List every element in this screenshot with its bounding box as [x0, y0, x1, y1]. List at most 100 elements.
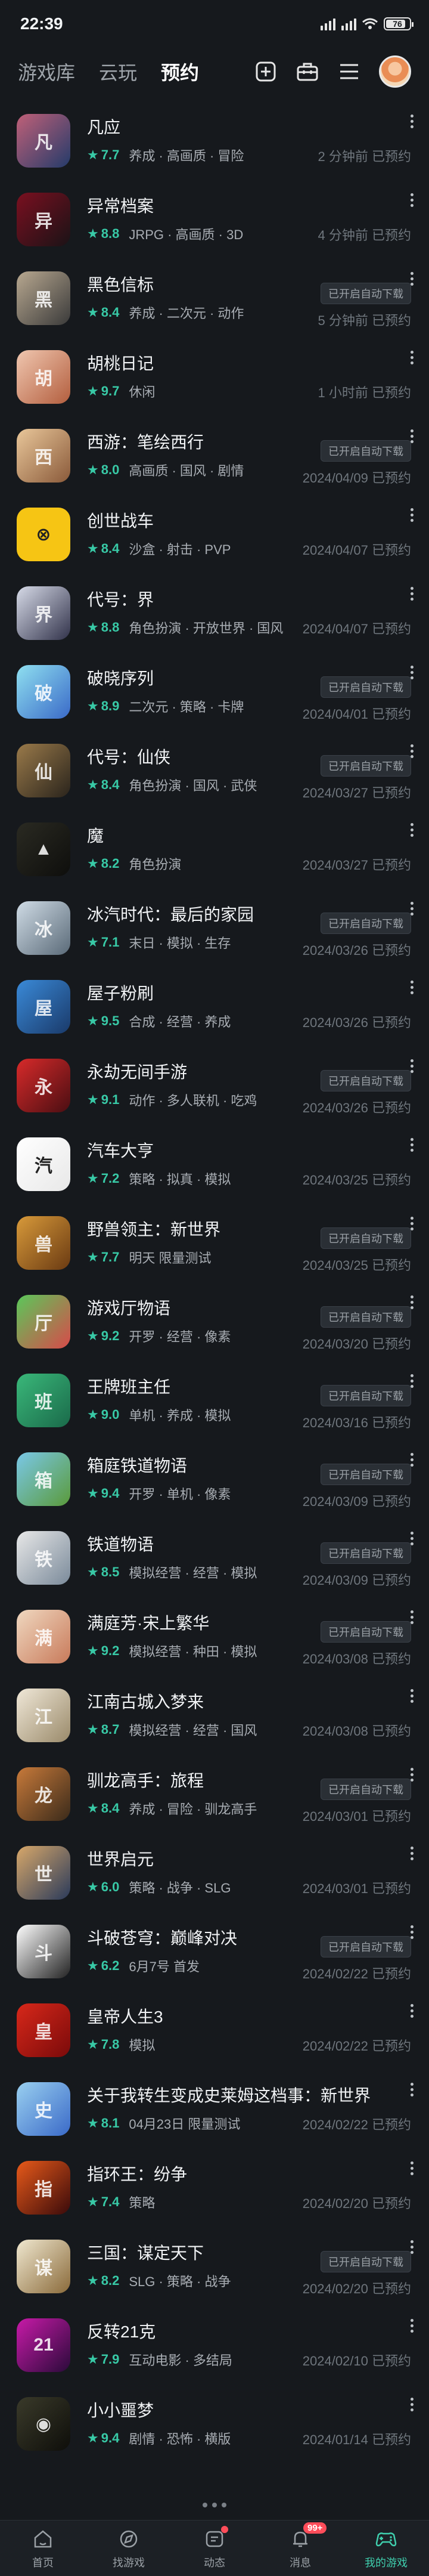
- game-row[interactable]: 史 关于我转生变成史莱姆这档事：新世界 ★ 8.1 04月23日 限量测试 20…: [0, 2070, 429, 2148]
- game-icon[interactable]: 仙: [17, 744, 70, 797]
- game-row[interactable]: 永 永劫无间手游 ★ 9.1 动作 · 多人联机 · 吃鸡 已开启自动下载 20…: [0, 1046, 429, 1125]
- tab-cloud-play[interactable]: 云玩: [99, 58, 137, 85]
- game-row[interactable]: 班 王牌班主任 ★ 9.0 单机 · 养成 · 模拟 已开启自动下载 2024/…: [0, 1361, 429, 1440]
- game-icon[interactable]: 世: [17, 1846, 70, 1900]
- game-icon[interactable]: 屋: [17, 980, 70, 1034]
- game-icon[interactable]: 斗: [17, 1925, 70, 1978]
- game-row[interactable]: 兽 野兽领主：新世界 ★ 7.7 明天 限量测试 已开启自动下载 2024/03…: [0, 1204, 429, 1282]
- game-icon[interactable]: 班: [17, 1374, 70, 1427]
- game-icon-glyph: 斗: [35, 1944, 52, 1963]
- game-icon-glyph: 冰: [35, 920, 52, 940]
- reservation-status: 2024/02/22 已预约: [302, 2039, 411, 2054]
- game-row[interactable]: 满 满庭芳·宋上繁华 ★ 9.2 模拟经营 · 种田 · 模拟 已开启自动下载 …: [0, 1597, 429, 1676]
- game-row[interactable]: 江 江南古城入梦来 ★ 8.7 模拟经营 · 经营 · 国风 2024/03/0…: [0, 1676, 429, 1755]
- game-row[interactable]: 异 异常档案 ★ 8.8 JRPG · 高画质 · 3D 4 分钟前 已预约: [0, 180, 429, 259]
- game-icon[interactable]: ⊗: [17, 508, 70, 561]
- game-row[interactable]: 破 破晓序列 ★ 8.9 二次元 · 策略 · 卡牌 已开启自动下载 2024/…: [0, 652, 429, 731]
- game-score: 8.8: [101, 226, 120, 241]
- game-right-column: 已开启自动下载 2024/03/16 已预约: [303, 1361, 411, 1440]
- game-score: 7.4: [101, 2194, 120, 2209]
- game-icon[interactable]: 异: [17, 193, 70, 246]
- game-icon[interactable]: 胡: [17, 350, 70, 404]
- game-icon[interactable]: 21: [17, 2318, 70, 2372]
- game-icon[interactable]: 凡: [17, 114, 70, 168]
- game-icon-glyph: 永: [35, 1078, 52, 1097]
- menu-icon[interactable]: [337, 60, 361, 84]
- game-row[interactable]: ◉ 小小噩梦 ★ 9.4 剧情 · 恐怖 · 横版 2024/01/14 已预约: [0, 2385, 429, 2463]
- game-icon[interactable]: 兽: [17, 1216, 70, 1270]
- bottom-tab-label: 找游戏: [113, 2556, 145, 2569]
- tab-game-library[interactable]: 游戏库: [18, 58, 75, 85]
- battery-level: 76: [393, 19, 402, 29]
- toolbox-icon[interactable]: [296, 60, 319, 84]
- game-icon[interactable]: 厅: [17, 1295, 70, 1349]
- game-row[interactable]: 汽 汽车大亨 ★ 7.2 策略 · 拟真 · 模拟 2024/03/25 已预约: [0, 1125, 429, 1204]
- game-row[interactable]: 21 反转21克 ★ 7.9 互动电影 · 多结局 2024/02/10 已预约: [0, 2306, 429, 2385]
- signal-icon-2: [341, 17, 356, 30]
- game-right-column: 2024/03/08 已预约: [303, 1676, 411, 1755]
- game-icon[interactable]: 皇: [17, 2003, 70, 2057]
- game-icon-glyph: 异: [35, 212, 52, 231]
- game-icon[interactable]: 满: [17, 1610, 70, 1663]
- bottom-tab-my-games[interactable]: 我的游戏: [353, 2527, 419, 2570]
- game-row[interactable]: 仙 代号：仙侠 ★ 8.4 角色扮演 · 国风 · 武侠 已开启自动下载 202…: [0, 731, 429, 810]
- game-row[interactable]: 界 代号：界 ★ 8.8 角色扮演 · 开放世界 · 国风 2024/04/07…: [0, 574, 429, 652]
- reservation-status: 2024/03/08 已预约: [302, 1652, 411, 1666]
- game-row[interactable]: ⊗ 创世战车 ★ 8.4 沙盒 · 射击 · PVP 2024/04/07 已预…: [0, 495, 429, 574]
- status-time: 22:39: [20, 14, 63, 33]
- game-icon[interactable]: 破: [17, 665, 70, 719]
- star-icon: ★: [87, 2037, 99, 2052]
- plus-square-icon[interactable]: [254, 60, 278, 84]
- game-row[interactable]: 冰 冰汽时代：最后的家园 ★ 7.1 末日 · 模拟 · 生存 已开启自动下载 …: [0, 889, 429, 967]
- game-icon[interactable]: 箱: [17, 1452, 70, 1506]
- game-right-column: 2024/03/01 已预约: [303, 1833, 411, 1912]
- game-score: 7.2: [101, 1171, 120, 1186]
- game-icon[interactable]: 江: [17, 1689, 70, 1742]
- game-icon[interactable]: 龙: [17, 1767, 70, 1821]
- game-icon[interactable]: 冰: [17, 901, 70, 955]
- game-tags: 互动电影 · 多结局: [129, 2353, 232, 2368]
- game-row[interactable]: 世 世界启元 ★ 6.0 策略 · 战争 · SLG 2024/03/01 已预…: [0, 1833, 429, 1912]
- game-right-column: 4 分钟前 已预约: [318, 180, 411, 259]
- bottom-tab-messages[interactable]: 99+ 消息: [268, 2522, 333, 2570]
- reservation-status: 2024/04/07 已预约: [302, 621, 411, 636]
- game-icon[interactable]: 铁: [17, 1531, 70, 1585]
- bottom-tab-discover[interactable]: 找游戏: [96, 2527, 161, 2570]
- game-row[interactable]: 箱 箱庭铁道物语 ★ 9.4 开罗 · 单机 · 像素 已开启自动下载 2024…: [0, 1440, 429, 1519]
- game-row[interactable]: ▲ 魔 ★ 8.2 角色扮演 2024/03/27 已预约: [0, 810, 429, 889]
- game-icon[interactable]: 汽: [17, 1137, 70, 1191]
- game-row[interactable]: 厅 游戏厅物语 ★ 9.2 开罗 · 经营 · 像素 已开启自动下载 2024/…: [0, 1282, 429, 1361]
- game-icon-glyph: 江: [35, 1708, 52, 1727]
- game-icon[interactable]: 史: [17, 2082, 70, 2136]
- game-row[interactable]: 谋 三国：谋定天下 ★ 8.2 SLG · 策略 · 战争 已开启自动下载 20…: [0, 2227, 429, 2306]
- game-row[interactable]: 凡 凡应 ★ 7.7 养成 · 高画质 · 冒险 2 分钟前 已预约: [0, 101, 429, 180]
- game-icon[interactable]: 指: [17, 2161, 70, 2215]
- game-icon[interactable]: ▲: [17, 822, 70, 876]
- game-icon-glyph: ◉: [35, 2414, 52, 2434]
- avatar[interactable]: [379, 55, 411, 88]
- game-tags: 模拟经营 · 经营 · 国风: [129, 1723, 257, 1738]
- game-row[interactable]: 胡 胡桃日记 ★ 9.7 休闲 1 小时前 已预约: [0, 338, 429, 416]
- game-row[interactable]: 皇 皇帝人生3 ★ 7.8 模拟 2024/02/22 已预约: [0, 1991, 429, 2070]
- game-icon[interactable]: 界: [17, 586, 70, 640]
- bottom-tab-feed[interactable]: 动态: [182, 2525, 247, 2570]
- reservation-status: 2024/02/20 已预约: [302, 2196, 411, 2211]
- game-score: 7.7: [101, 147, 120, 162]
- game-icon-glyph: 史: [35, 2101, 52, 2121]
- star-icon: ★: [87, 1407, 99, 1422]
- game-row[interactable]: 黑 黑色信标 ★ 8.4 养成 · 二次元 · 动作 已开启自动下载 5 分钟前…: [0, 259, 429, 338]
- game-row[interactable]: 西 西游：笔绘西行 ★ 8.0 高画质 · 国风 · 剧情 已开启自动下载 20…: [0, 416, 429, 495]
- game-row[interactable]: 龙 驯龙高手：旅程 ★ 8.4 养成 · 冒险 · 驯龙高手 已开启自动下载 2…: [0, 1755, 429, 1833]
- game-icon[interactable]: 西: [17, 429, 70, 483]
- game-icon[interactable]: 谋: [17, 2240, 70, 2293]
- game-row[interactable]: 指 指环王：纷争 ★ 7.4 策略 2024/02/20 已预约: [0, 2148, 429, 2227]
- bottom-tab-home[interactable]: 首页: [10, 2527, 76, 2570]
- game-row[interactable]: 铁 铁道物语 ★ 8.5 模拟经营 · 经营 · 模拟 已开启自动下载 2024…: [0, 1519, 429, 1597]
- tab-reservations[interactable]: 预约: [161, 58, 199, 85]
- game-row[interactable]: 屋 屋子粉刷 ★ 9.5 合成 · 经营 · 养成 2024/03/26 已预约: [0, 967, 429, 1046]
- game-right-column: 已开启自动下载 2024/04/01 已预约: [303, 652, 411, 731]
- game-icon[interactable]: 黑: [17, 271, 70, 325]
- game-icon[interactable]: 永: [17, 1059, 70, 1112]
- game-row[interactable]: 斗 斗破苍穹：巅峰对决 ★ 6.2 6月7号 首发 已开启自动下载 2024/0…: [0, 1912, 429, 1991]
- game-icon[interactable]: ◉: [17, 2397, 70, 2451]
